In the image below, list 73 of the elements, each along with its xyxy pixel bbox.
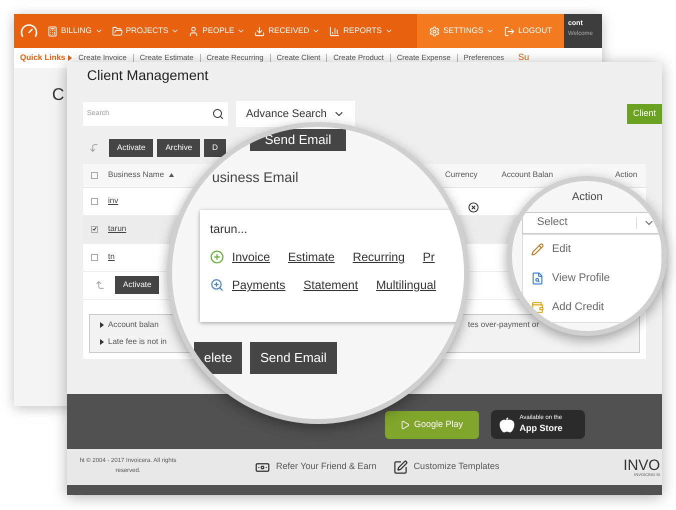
toolbar-button[interactable]: Archive <box>157 138 200 157</box>
column-header[interactable]: Account Balan <box>501 169 554 182</box>
settings-icon <box>429 26 440 36</box>
client-link[interactable]: tn <box>108 251 115 264</box>
user-icon <box>188 26 200 36</box>
caret-icon <box>171 27 180 35</box>
client-link[interactable]: inv <box>108 195 118 208</box>
apple-icon <box>498 416 514 433</box>
folder-icon <box>112 26 123 36</box>
checkbox[interactable] <box>91 254 98 261</box>
toolbar-button[interactable]: Activate <box>109 138 154 157</box>
client-link[interactable]: tarun <box>108 223 126 236</box>
caret-icon <box>100 322 104 328</box>
edit-icon <box>392 460 408 475</box>
client-name: tarun... <box>210 221 248 238</box>
badge-title: App Store <box>520 422 563 434</box>
note-text: tes over-payment or <box>468 318 539 331</box>
checkbox[interactable] <box>91 198 98 205</box>
calculator-icon <box>47 26 58 36</box>
caret-icon <box>486 27 494 35</box>
column-header[interactable]: Currency <box>445 169 478 182</box>
select-arrow-icon <box>89 142 99 153</box>
column-header: usiness Email <box>212 168 298 187</box>
action-button[interactable]: Send Email <box>250 342 337 374</box>
window-title: Client Management <box>87 66 208 86</box>
download-icon <box>254 26 266 36</box>
logout-icon <box>504 26 516 36</box>
note-text: Late fee is not in <box>108 336 167 348</box>
checkbox[interactable] <box>91 172 98 179</box>
action-link[interactable]: Statement <box>303 276 358 294</box>
caret-icon <box>100 338 104 345</box>
logo-text: INVO <box>623 458 660 473</box>
note-text: Account balan <box>108 318 159 331</box>
select-arrow-icon <box>95 280 105 290</box>
caret-icon <box>237 27 246 35</box>
dashboard-icon[interactable] <box>20 22 38 40</box>
wallet-icon <box>531 300 544 314</box>
document-search-icon <box>531 272 544 284</box>
action-link[interactable]: Invoice <box>232 248 270 266</box>
caret-icon <box>384 27 393 35</box>
toolbar-button[interactable]: D <box>204 138 226 157</box>
action-link[interactable]: Payments <box>232 276 286 294</box>
advance-search-dropdown[interactable]: Advance Search <box>236 100 355 127</box>
checkbox[interactable] <box>91 226 98 233</box>
plus-circle-icon <box>210 250 224 264</box>
caret-icon <box>68 55 72 61</box>
menu-item[interactable]: Edit <box>523 234 661 264</box>
caret-icon <box>312 27 320 35</box>
play-icon <box>400 420 410 430</box>
send-email-button[interactable]: Send Email <box>250 129 346 151</box>
action-button[interactable]: elete <box>194 342 242 374</box>
menu-item[interactable]: Add Credit <box>523 292 661 322</box>
action-link[interactable]: Recurring <box>352 248 405 266</box>
action-link[interactable]: Pr <box>422 248 435 266</box>
quick-links-label: Quick Links <box>20 52 66 64</box>
footer-link[interactable]: Customize Templates <box>392 460 500 475</box>
column-header[interactable]: Action <box>615 169 638 182</box>
toolbar-button[interactable]: Activate <box>115 276 160 294</box>
pencil-icon <box>531 242 544 256</box>
close-icon[interactable] <box>468 202 479 213</box>
column-header: Action <box>572 190 603 205</box>
bar-chart-icon <box>329 26 340 36</box>
search-icon <box>212 108 224 120</box>
magnifier-icon <box>210 278 224 292</box>
page-title: C <box>52 85 64 104</box>
action-link[interactable]: Multilingual <box>376 276 436 294</box>
column-header[interactable]: Business Name <box>108 169 174 182</box>
sort-icon <box>169 173 174 178</box>
menu-item[interactable]: View Profile <box>523 264 661 292</box>
caret-icon <box>94 27 103 35</box>
footer-link[interactable]: Refer Your Friend & Earn <box>255 460 377 475</box>
search-button[interactable] <box>207 102 228 126</box>
action-link[interactable]: Estimate <box>288 248 335 266</box>
